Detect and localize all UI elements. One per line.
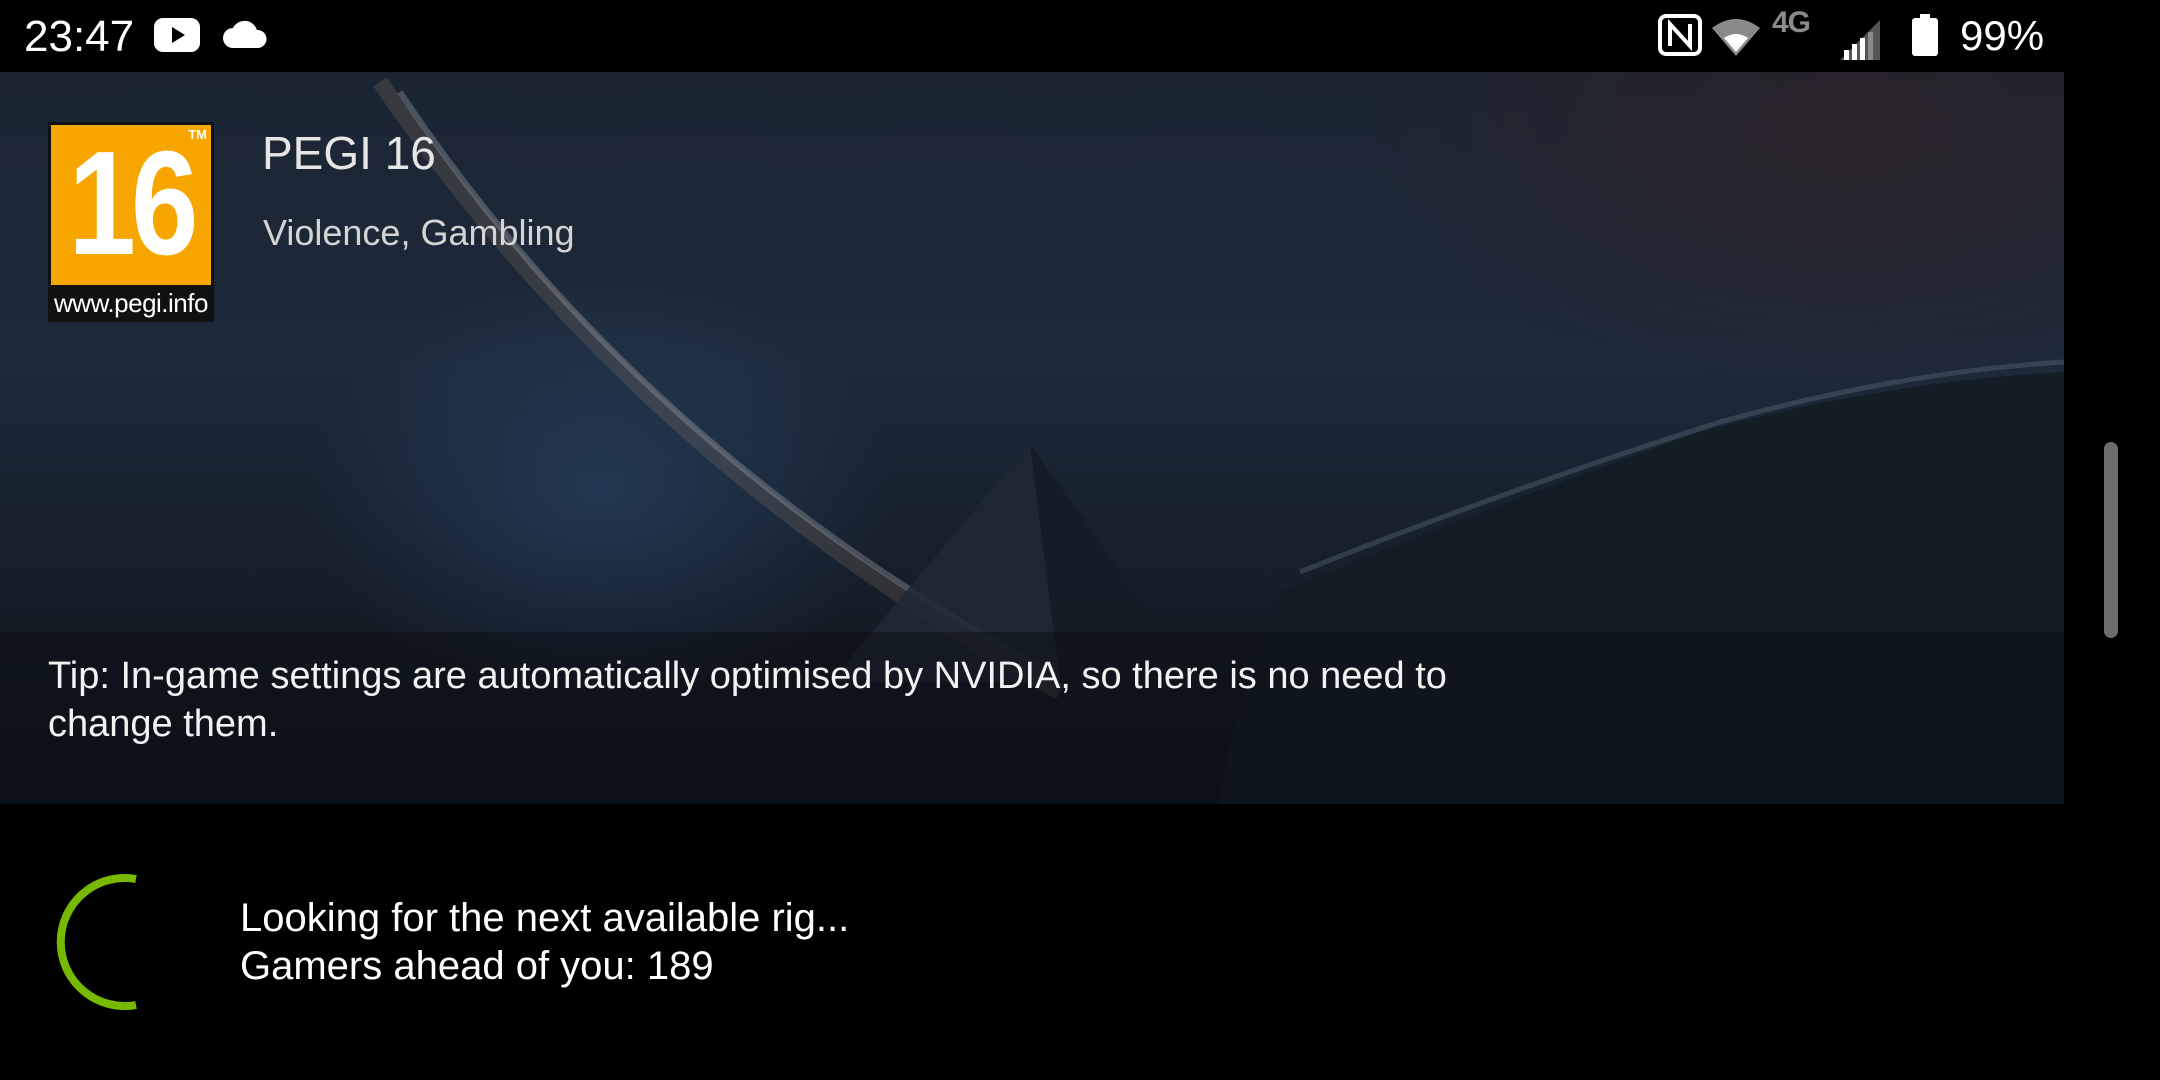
scrollbar-thumb[interactable]: [2104, 442, 2118, 638]
pegi-rating-badge: 16 TM www.pegi.info: [48, 122, 214, 322]
queue-position-line: Gamers ahead of you: 189: [240, 944, 714, 988]
youtube-icon: [154, 18, 200, 57]
pegi-trademark: TM: [188, 127, 207, 142]
4g-lte-icon: 4G: [1772, 6, 1811, 40]
pegi-url: www.pegi.info: [54, 288, 208, 318]
status-time: 23:47: [24, 12, 135, 61]
queue-status-panel: Looking for the next available rig... Ga…: [0, 804, 2064, 1080]
queue-status-line: Looking for the next available rig...: [240, 896, 850, 940]
battery-percent: 99%: [1960, 12, 2045, 59]
cloud-icon: [222, 20, 268, 55]
rating-descriptors: Violence, Gambling: [263, 212, 575, 253]
wifi-icon: [1712, 16, 1760, 61]
pegi-age-number: 16: [68, 121, 198, 286]
status-bar: 23:47 4G 99%: [0, 0, 2064, 72]
game-artwork-background: 16 TM www.pegi.info PEGI 16 Violence, Ga…: [0, 72, 2064, 804]
signal-icon: [1840, 20, 1880, 65]
queue-text: Looking for the next available rig... Ga…: [240, 894, 849, 990]
loading-spinner-icon: [48, 872, 188, 1017]
rating-title: PEGI 16: [262, 127, 436, 179]
pegi-badge-panel: 16 TM: [51, 125, 211, 285]
nfc-icon: [1658, 14, 1702, 61]
tip-text: Tip: In-game settings are automatically …: [48, 655, 1447, 745]
battery-icon: [1912, 14, 1938, 61]
network-label: 4G: [1772, 6, 1811, 39]
